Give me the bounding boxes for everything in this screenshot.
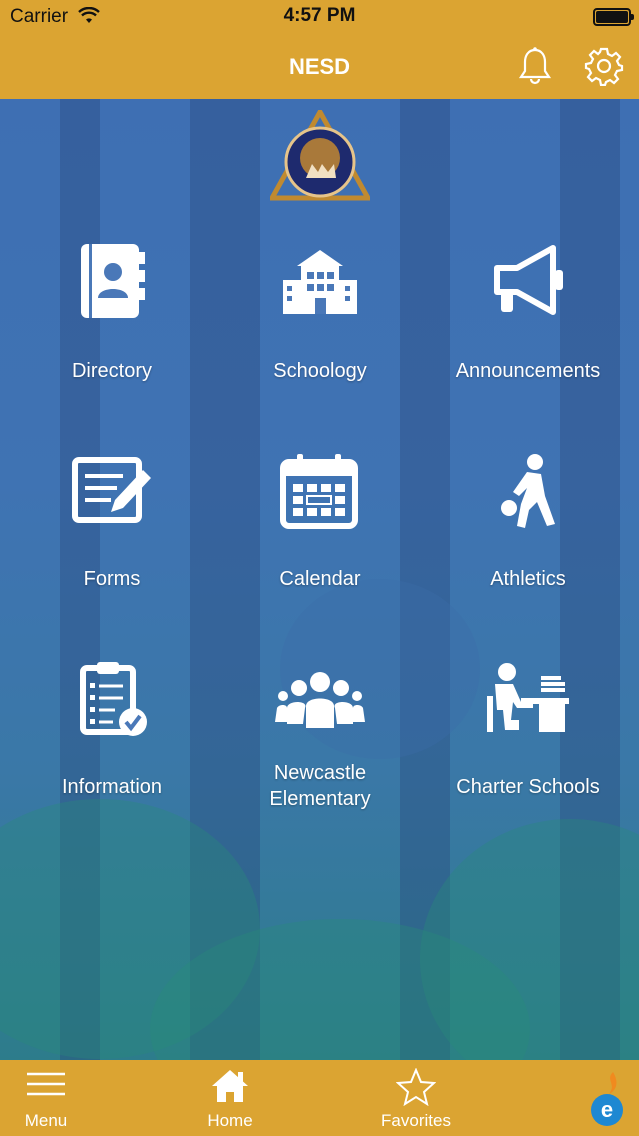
tile-forms[interactable]: Forms — [6, 450, 218, 650]
home-icon — [210, 1068, 250, 1109]
directory-icon — [67, 240, 157, 330]
tile-directory[interactable]: Directory — [6, 240, 218, 440]
tile-announcements[interactable]: Announcements — [422, 240, 634, 440]
tab-label: Home — [207, 1111, 253, 1130]
tab-bar: Menu Home Favorites e — [0, 1060, 639, 1136]
tile-label: Newcastle Elementary — [214, 760, 426, 812]
battery-icon — [593, 8, 634, 26]
brand-e-logo-icon: e — [583, 1070, 627, 1133]
tile-label: Information — [61, 776, 163, 798]
group-people-icon — [275, 658, 365, 748]
tile-label: Calendar — [279, 568, 361, 590]
tab-favorites[interactable]: Favorites — [364, 1060, 468, 1136]
svg-text:e: e — [601, 1097, 613, 1122]
form-edit-icon — [67, 450, 157, 540]
clipboard-check-icon — [67, 658, 157, 748]
tile-label: Directory — [71, 360, 152, 382]
gear-icon[interactable] — [584, 46, 624, 91]
tile-newcastle-elementary[interactable]: Newcastle Elementary — [214, 658, 426, 858]
calendar-icon — [275, 450, 365, 540]
tile-label-line: Newcastle Elementary — [269, 762, 371, 810]
bell-icon[interactable] — [516, 46, 554, 91]
student-desk-icon — [483, 658, 573, 748]
tile-label: Schoology — [273, 360, 367, 382]
tile-label: Athletics — [490, 568, 566, 590]
tile-schoology[interactable]: Schoology — [214, 240, 426, 440]
tile-label: Announcements — [455, 360, 601, 382]
tab-label: Favorites — [381, 1111, 451, 1130]
school-building-icon — [275, 240, 365, 330]
tile-athletics[interactable]: Athletics — [422, 450, 634, 650]
hamburger-menu-icon — [25, 1068, 67, 1105]
tile-calendar[interactable]: Calendar — [214, 450, 426, 650]
tab-home[interactable]: Home — [184, 1060, 276, 1136]
nav-bar: NESD — [0, 34, 639, 99]
brand-logo-tab[interactable]: e — [575, 1060, 635, 1136]
tile-label: Charter Schools — [456, 776, 600, 798]
tile-charter-schools[interactable]: Charter Schools — [422, 658, 634, 858]
tab-label: Menu — [24, 1111, 68, 1130]
district-logo — [267, 106, 373, 205]
clock: 4:57 PM — [283, 5, 356, 26]
tile-label: Forms — [83, 568, 141, 590]
star-icon — [395, 1067, 437, 1111]
tab-menu[interactable]: Menu — [0, 1060, 92, 1136]
status-bar: Carrier 4:57 PM — [0, 0, 639, 34]
megaphone-icon — [483, 240, 573, 330]
basketball-player-icon — [483, 450, 573, 540]
tile-information[interactable]: Information — [6, 658, 218, 858]
